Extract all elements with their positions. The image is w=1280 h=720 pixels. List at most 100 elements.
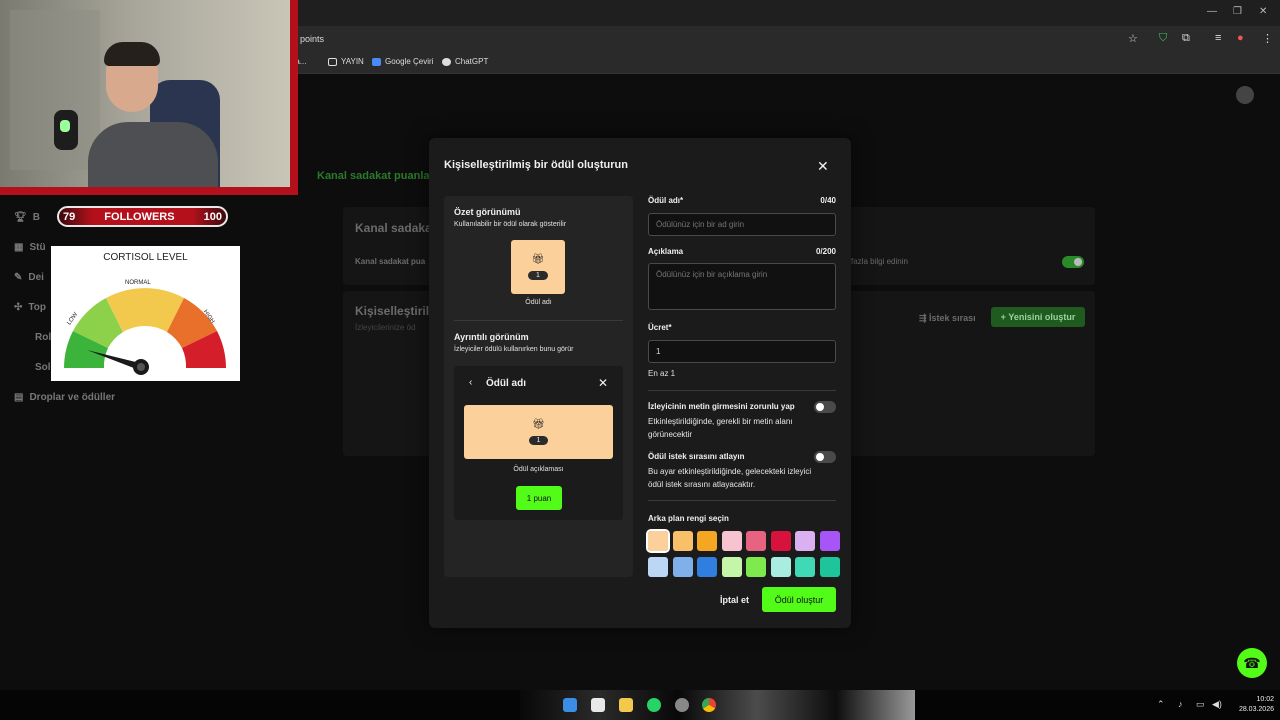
color-swatch[interactable] xyxy=(746,557,766,577)
sidebar-item-6[interactable]: Sol xyxy=(35,362,51,373)
bookmark-google-translate[interactable]: Google Çeviri xyxy=(372,57,433,66)
followers-goal: 100 xyxy=(203,210,222,223)
section-title: Kişiselleştiril xyxy=(355,304,430,318)
extension-shield-icon[interactable]: ⛉ xyxy=(1159,32,1167,45)
bookmark-folder-yayin[interactable]: YAYIN xyxy=(328,57,364,66)
microphone-icon[interactable]: ♪ xyxy=(1178,699,1183,709)
skip-queue-description: Bu ayar etkinleştirildiğinde, gelecektek… xyxy=(648,467,812,489)
description-label: Açıklama xyxy=(648,247,684,256)
taskbar: ⌃ ♪ ▭ ◀) xyxy=(0,690,1280,720)
summary-reward-tile: 🎁︎ 1 xyxy=(511,240,565,294)
detail-card-price-button: 1 puan xyxy=(516,486,562,510)
summary-view-subtitle: Kullanılabilir bir ödül olarak gösterili… xyxy=(454,221,567,228)
color-swatch[interactable] xyxy=(646,529,670,553)
detail-reward-card: ‹ Ödül adı ✕ 🎁︎ 1 Ödül açıklaması 1 puan xyxy=(454,366,623,520)
headset-icon: ☎ xyxy=(1243,654,1261,671)
color-swatch[interactable] xyxy=(721,557,742,577)
reward-name-label: Ödül adı* xyxy=(648,196,684,205)
require-text-label: İzleyicinin metin girmesini zorunlu yap xyxy=(648,402,795,411)
create-reward-button[interactable]: Ödül oluştur xyxy=(762,587,836,612)
chevron-up-icon[interactable]: ⌃ xyxy=(1157,699,1165,710)
reward-cost-pill: 1 xyxy=(528,270,548,280)
color-swatch[interactable] xyxy=(819,531,840,551)
store-icon[interactable] xyxy=(591,698,605,712)
skip-queue-toggle[interactable] xyxy=(814,451,836,463)
color-swatch[interactable] xyxy=(819,557,840,577)
cancel-button[interactable]: İptal et xyxy=(720,595,749,605)
trophy-icon: 🏆︎ xyxy=(14,212,27,223)
channel-points-toggle[interactable] xyxy=(1062,256,1084,268)
volume-icon[interactable]: ◀) xyxy=(1212,699,1222,710)
close-window-icon[interactable]: ✕ xyxy=(1259,6,1267,17)
detail-view-subtitle: İzleyiciler ödülü kullanırken bunu görür xyxy=(454,346,574,353)
file-explorer-icon[interactable] xyxy=(619,698,633,712)
color-swatch[interactable] xyxy=(795,531,815,551)
color-swatch[interactable] xyxy=(648,557,668,577)
sidebar-item-drops[interactable]: ▤ Droplar ve ödüller xyxy=(14,392,115,403)
modal-title: Kişiselleştirilmiş bir ödül oluşturun xyxy=(444,159,628,171)
media-icon[interactable]: ≡ xyxy=(1215,32,1221,44)
folder-icon xyxy=(328,57,337,66)
gauge-graphic xyxy=(64,288,226,375)
cortisol-gauge: CORTISOL LEVEL LOW NORMAL HIGH xyxy=(51,246,240,381)
detail-card-description: Ödül açıklaması xyxy=(513,466,564,473)
close-icon: ✕ xyxy=(598,376,609,390)
learn-more-link[interactable]: fazla bilgi edinin xyxy=(851,257,908,266)
description-textarea[interactable] xyxy=(648,263,836,310)
detail-card-title: Ödül adı xyxy=(486,378,526,389)
followers-label: FOLLOWERS xyxy=(104,210,175,223)
require-text-description: Etkinleştirildiğinde, gerekli bir metin … xyxy=(648,417,793,439)
network-icon[interactable]: ▭ xyxy=(1196,699,1205,710)
reward-name-counter: 0/40 xyxy=(820,196,836,205)
chevron-left-icon: ‹ xyxy=(469,377,473,388)
sidebar-item-3[interactable]: ✎ Dei xyxy=(14,272,44,283)
color-swatch[interactable] xyxy=(746,531,766,551)
system-clock[interactable]: 10:02 28.03.2026 xyxy=(1230,695,1274,715)
color-swatch[interactable] xyxy=(697,557,717,577)
whatsapp-icon[interactable] xyxy=(647,698,661,712)
color-swatch[interactable] xyxy=(672,531,693,551)
color-swatch[interactable] xyxy=(672,557,693,577)
translate-icon xyxy=(372,57,381,66)
chatgpt-icon xyxy=(442,57,451,66)
color-swatch[interactable] xyxy=(721,531,742,551)
color-swatch[interactable] xyxy=(770,557,791,577)
followers-goal-bar: 79 FOLLOWERS 100 xyxy=(57,206,228,227)
color-swatch[interactable] xyxy=(697,531,717,551)
menu-dots-icon[interactable]: ⋮ xyxy=(1262,32,1273,45)
close-icon[interactable]: ✕ xyxy=(817,158,829,175)
sidebar-item-1[interactable]: 🏆︎ B xyxy=(14,212,40,223)
followers-current: 79 xyxy=(63,210,76,223)
webcam-overlay xyxy=(0,0,298,195)
tab-channel-points[interactable]: Kanal sadakat puanları xyxy=(317,170,437,182)
color-swatch[interactable] xyxy=(770,531,791,551)
screen: — ❐ ✕ points ☆ ⛉ ⧉ ≡ ● ⋮ Sa... YAYIN Goo… xyxy=(0,0,1280,720)
app-icon[interactable] xyxy=(675,698,689,712)
user-avatar[interactable] xyxy=(1236,86,1254,104)
help-chat-button[interactable]: ☎ xyxy=(1237,648,1267,678)
minimize-icon[interactable]: — xyxy=(1207,6,1217,17)
chrome-icon[interactable] xyxy=(702,698,716,712)
summary-view-title: Özet görünümü xyxy=(454,207,521,217)
profile-icon[interactable]: ● xyxy=(1237,32,1244,44)
bookmark-chatgpt[interactable]: ChatGPT xyxy=(442,57,488,66)
request-queue-button[interactable]: ⇶ İstek sırası xyxy=(919,313,976,324)
gauge-normal-label: NORMAL xyxy=(125,280,151,286)
windows-start-icon[interactable] xyxy=(563,698,577,712)
sidebar-item-5[interactable]: Rol xyxy=(35,332,51,343)
maximize-icon[interactable]: ❐ xyxy=(1233,6,1242,17)
extensions-icon[interactable]: ⧉ xyxy=(1182,32,1190,45)
description-counter: 0/200 xyxy=(815,247,836,256)
drops-icon: ▤ xyxy=(14,392,24,403)
reward-preview-panel: Özet görünümü Kullanılabilir bir ödül ol… xyxy=(444,196,633,577)
star-icon[interactable]: ☆ xyxy=(1128,32,1138,45)
cost-input[interactable] xyxy=(648,340,836,363)
color-swatch[interactable] xyxy=(795,557,815,577)
require-text-toggle[interactable] xyxy=(814,401,836,413)
sidebar-item-4[interactable]: ✣ Top xyxy=(14,302,46,313)
sidebar-item-2[interactable]: ▦ Stü xyxy=(14,242,46,253)
reward-name-input[interactable] xyxy=(648,213,836,236)
create-new-button[interactable]: + Yenisini oluştur xyxy=(991,307,1085,327)
create-reward-modal: Kişiselleştirilmiş bir ödül oluşturun ✕ … xyxy=(429,138,851,628)
url-text[interactable]: points xyxy=(300,34,324,44)
